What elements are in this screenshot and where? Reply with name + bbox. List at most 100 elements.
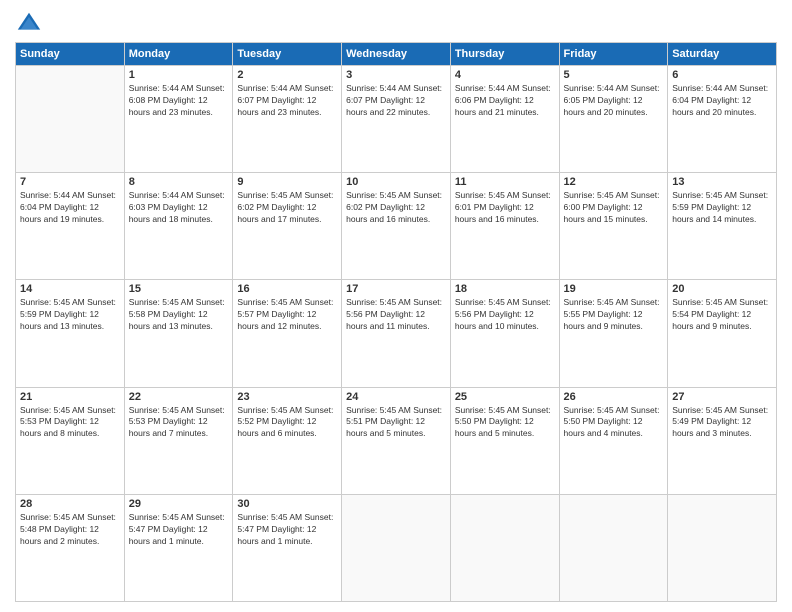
day-info: Sunrise: 5:45 AM Sunset: 5:51 PM Dayligh…: [346, 405, 446, 441]
day-info: Sunrise: 5:45 AM Sunset: 5:55 PM Dayligh…: [564, 297, 664, 333]
day-cell: 7 Sunrise: 5:44 AM Sunset: 6:04 PM Daylig…: [16, 173, 125, 280]
day-info: Sunrise: 5:45 AM Sunset: 6:02 PM Dayligh…: [237, 190, 337, 226]
day-number: 1: [129, 69, 229, 81]
day-info: Sunrise: 5:44 AM Sunset: 6:05 PM Dayligh…: [564, 83, 664, 119]
day-number: 13: [672, 176, 772, 188]
day-header-saturday: Saturday: [668, 43, 777, 66]
day-number: 2: [237, 69, 337, 81]
day-info: Sunrise: 5:45 AM Sunset: 5:59 PM Dayligh…: [672, 190, 772, 226]
day-cell: 15 Sunrise: 5:45 AM Sunset: 5:58 PM Dayli…: [124, 280, 233, 387]
day-cell: 12 Sunrise: 5:45 AM Sunset: 6:00 PM Dayli…: [559, 173, 668, 280]
day-header-monday: Monday: [124, 43, 233, 66]
day-number: 16: [237, 283, 337, 295]
day-cell: 27 Sunrise: 5:45 AM Sunset: 5:49 PM Dayli…: [668, 387, 777, 494]
day-number: 8: [129, 176, 229, 188]
day-info: Sunrise: 5:45 AM Sunset: 6:00 PM Dayligh…: [564, 190, 664, 226]
day-cell: 28 Sunrise: 5:45 AM Sunset: 5:48 PM Dayli…: [16, 494, 125, 601]
day-info: Sunrise: 5:45 AM Sunset: 6:02 PM Dayligh…: [346, 190, 446, 226]
page: SundayMondayTuesdayWednesdayThursdayFrid…: [0, 0, 792, 612]
day-number: 10: [346, 176, 446, 188]
day-info: Sunrise: 5:45 AM Sunset: 5:47 PM Dayligh…: [237, 512, 337, 548]
day-info: Sunrise: 5:44 AM Sunset: 6:07 PM Dayligh…: [346, 83, 446, 119]
day-number: 21: [20, 391, 120, 403]
day-number: 17: [346, 283, 446, 295]
logo-icon: [15, 10, 43, 38]
day-info: Sunrise: 5:45 AM Sunset: 5:48 PM Dayligh…: [20, 512, 120, 548]
header: [15, 10, 777, 38]
day-cell: 22 Sunrise: 5:45 AM Sunset: 5:53 PM Dayli…: [124, 387, 233, 494]
day-info: Sunrise: 5:45 AM Sunset: 5:54 PM Dayligh…: [672, 297, 772, 333]
day-cell: 9 Sunrise: 5:45 AM Sunset: 6:02 PM Daylig…: [233, 173, 342, 280]
day-number: 4: [455, 69, 555, 81]
day-number: 18: [455, 283, 555, 295]
day-info: Sunrise: 5:44 AM Sunset: 6:06 PM Dayligh…: [455, 83, 555, 119]
day-info: Sunrise: 5:45 AM Sunset: 5:57 PM Dayligh…: [237, 297, 337, 333]
day-info: Sunrise: 5:44 AM Sunset: 6:04 PM Dayligh…: [20, 190, 120, 226]
week-row-1: 7 Sunrise: 5:44 AM Sunset: 6:04 PM Daylig…: [16, 173, 777, 280]
day-number: 28: [20, 498, 120, 510]
day-info: Sunrise: 5:45 AM Sunset: 5:53 PM Dayligh…: [129, 405, 229, 441]
day-number: 5: [564, 69, 664, 81]
day-cell: 4 Sunrise: 5:44 AM Sunset: 6:06 PM Daylig…: [450, 66, 559, 173]
day-cell: 26Sunrise: 5:45 AM Sunset: 5:50 PM Dayli…: [559, 387, 668, 494]
day-cell: 24 Sunrise: 5:45 AM Sunset: 5:51 PM Dayli…: [342, 387, 451, 494]
day-cell: 19 Sunrise: 5:45 AM Sunset: 5:55 PM Dayli…: [559, 280, 668, 387]
day-number: 12: [564, 176, 664, 188]
day-number: 26: [564, 391, 664, 403]
day-number: 19: [564, 283, 664, 295]
day-info: Sunrise: 5:45 AM Sunset: 6:01 PM Dayligh…: [455, 190, 555, 226]
day-cell: [16, 66, 125, 173]
day-cell: 5 Sunrise: 5:44 AM Sunset: 6:05 PM Daylig…: [559, 66, 668, 173]
day-header-wednesday: Wednesday: [342, 43, 451, 66]
day-header-tuesday: Tuesday: [233, 43, 342, 66]
day-number: 24: [346, 391, 446, 403]
day-cell: 21 Sunrise: 5:45 AM Sunset: 5:53 PM Dayli…: [16, 387, 125, 494]
day-number: 20: [672, 283, 772, 295]
day-cell: 25Sunrise: 5:45 AM Sunset: 5:50 PM Dayli…: [450, 387, 559, 494]
week-row-3: 21 Sunrise: 5:45 AM Sunset: 5:53 PM Dayli…: [16, 387, 777, 494]
day-info: Sunrise: 5:45 AM Sunset: 5:56 PM Dayligh…: [346, 297, 446, 333]
day-info: Sunrise: 5:44 AM Sunset: 6:08 PM Dayligh…: [129, 83, 229, 119]
day-info: Sunrise: 5:45 AM Sunset: 5:59 PM Dayligh…: [20, 297, 120, 333]
day-info: Sunrise: 5:45 AM Sunset: 5:52 PM Dayligh…: [237, 405, 337, 441]
day-number: 9: [237, 176, 337, 188]
week-row-4: 28 Sunrise: 5:45 AM Sunset: 5:48 PM Dayli…: [16, 494, 777, 601]
week-row-0: 1 Sunrise: 5:44 AM Sunset: 6:08 PM Daylig…: [16, 66, 777, 173]
week-row-2: 14 Sunrise: 5:45 AM Sunset: 5:59 PM Dayli…: [16, 280, 777, 387]
day-cell: 18 Sunrise: 5:45 AM Sunset: 5:56 PM Dayli…: [450, 280, 559, 387]
day-cell: 2 Sunrise: 5:44 AM Sunset: 6:07 PM Daylig…: [233, 66, 342, 173]
day-number: 22: [129, 391, 229, 403]
day-cell: 23 Sunrise: 5:45 AM Sunset: 5:52 PM Dayli…: [233, 387, 342, 494]
day-cell: 20 Sunrise: 5:45 AM Sunset: 5:54 PM Dayli…: [668, 280, 777, 387]
day-number: 23: [237, 391, 337, 403]
day-number: 7: [20, 176, 120, 188]
day-header-friday: Friday: [559, 43, 668, 66]
day-cell: [668, 494, 777, 601]
day-info: Sunrise: 5:45 AM Sunset: 5:58 PM Dayligh…: [129, 297, 229, 333]
day-cell: [450, 494, 559, 601]
day-cell: 17 Sunrise: 5:45 AM Sunset: 5:56 PM Dayli…: [342, 280, 451, 387]
day-info: Sunrise: 5:44 AM Sunset: 6:04 PM Dayligh…: [672, 83, 772, 119]
day-cell: 1 Sunrise: 5:44 AM Sunset: 6:08 PM Daylig…: [124, 66, 233, 173]
day-info: Sunrise: 5:45 AM Sunset: 5:49 PM Dayligh…: [672, 405, 772, 441]
day-info: Sunrise: 5:45 AM Sunset: 5:56 PM Dayligh…: [455, 297, 555, 333]
day-cell: 14 Sunrise: 5:45 AM Sunset: 5:59 PM Dayli…: [16, 280, 125, 387]
day-number: 14: [20, 283, 120, 295]
day-cell: [559, 494, 668, 601]
day-cell: [342, 494, 451, 601]
logo: [15, 10, 47, 38]
day-info: Sunrise: 5:44 AM Sunset: 6:07 PM Dayligh…: [237, 83, 337, 119]
day-info: Sunrise: 5:45 AM Sunset: 5:47 PM Dayligh…: [129, 512, 229, 548]
day-number: 15: [129, 283, 229, 295]
day-info: Sunrise: 5:45 AM Sunset: 5:53 PM Dayligh…: [20, 405, 120, 441]
header-row: SundayMondayTuesdayWednesdayThursdayFrid…: [16, 43, 777, 66]
day-cell: 30Sunrise: 5:45 AM Sunset: 5:47 PM Dayli…: [233, 494, 342, 601]
day-number: 27: [672, 391, 772, 403]
calendar-table: SundayMondayTuesdayWednesdayThursdayFrid…: [15, 42, 777, 602]
day-cell: 13 Sunrise: 5:45 AM Sunset: 5:59 PM Dayli…: [668, 173, 777, 280]
day-cell: 10 Sunrise: 5:45 AM Sunset: 6:02 PM Dayli…: [342, 173, 451, 280]
day-number: 29: [129, 498, 229, 510]
day-cell: 8Sunrise: 5:44 AM Sunset: 6:03 PM Daylig…: [124, 173, 233, 280]
day-cell: 11Sunrise: 5:45 AM Sunset: 6:01 PM Dayli…: [450, 173, 559, 280]
day-number: 3: [346, 69, 446, 81]
